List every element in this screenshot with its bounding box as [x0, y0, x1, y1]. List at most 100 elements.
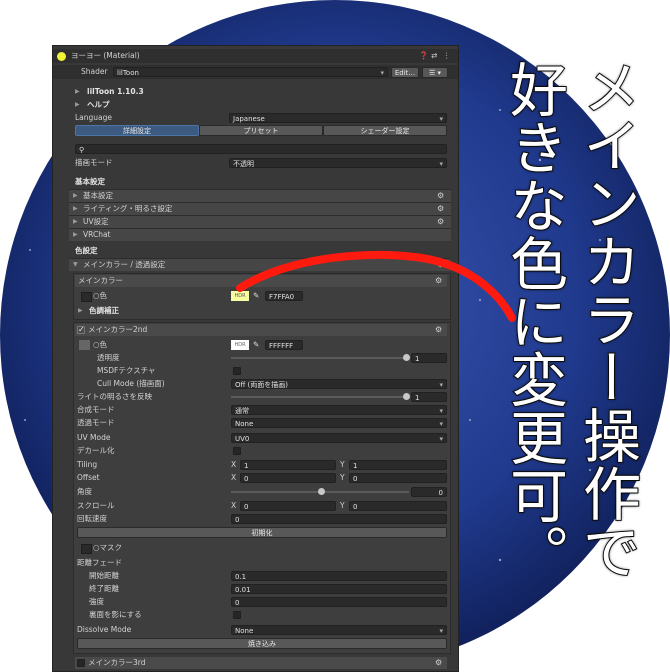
- opacity-row: 透明度 1: [53, 352, 458, 364]
- main-color-hex[interactable]: F7FFA0: [265, 291, 303, 301]
- uv-mode-dropdown[interactable]: UV0: [231, 433, 447, 444]
- help-row[interactable]: ▶ ヘルプ: [53, 99, 458, 111]
- msdf-row: MSDFテクスチャ: [53, 365, 458, 377]
- tiling-label: Tiling: [77, 460, 98, 469]
- edit-button[interactable]: Edit...: [391, 67, 419, 78]
- opacity-slider-track[interactable]: [231, 357, 409, 359]
- shader-dropdown[interactable]: lilToon: [113, 67, 388, 78]
- color-adjust-label: 色調補正: [89, 306, 119, 315]
- language-dropdown[interactable]: Japanese: [229, 113, 447, 124]
- main-color2-label-text: 色: [99, 340, 108, 349]
- basic-item-uv[interactable]: ▶ UV設定 ⚙: [69, 215, 451, 228]
- opacity-value[interactable]: 1: [411, 353, 447, 363]
- eyedropper-icon[interactable]: ✎: [253, 290, 259, 302]
- tab-advanced[interactable]: 詳細設定: [75, 125, 199, 136]
- basic-item-label: 基本設定: [83, 191, 113, 200]
- angle-slider-knob[interactable]: [318, 488, 325, 495]
- fade-end-field[interactable]: 0.01: [231, 584, 447, 594]
- light-slider-knob[interactable]: [403, 393, 410, 400]
- foldout-arrow-icon: ▶: [73, 205, 78, 212]
- foldout-open-icon: ▼: [73, 261, 78, 268]
- texture-slot-icon[interactable]: [81, 544, 92, 554]
- caption-line-1: メインカラー操作で: [572, 57, 642, 581]
- cull-mode-dropdown[interactable]: Off (両面を描画): [231, 379, 447, 390]
- rotation-field[interactable]: 0: [231, 514, 447, 524]
- language-label: Language: [75, 113, 113, 122]
- tab-preset[interactable]: プリセット: [199, 125, 323, 136]
- gear-icon[interactable]: ⚙: [437, 216, 444, 228]
- basic-item-lighting[interactable]: ▶ ライティング・明るさ設定 ⚙: [69, 202, 451, 215]
- tiling-y-field[interactable]: 1: [349, 460, 447, 470]
- reset-button[interactable]: 初期化: [77, 527, 447, 538]
- msdf-checkbox[interactable]: [233, 367, 241, 375]
- msdf-label: MSDFテクスチャ: [97, 366, 156, 375]
- main-color-group-header[interactable]: ▼ メインカラー / 透過設定 ⚙: [69, 258, 451, 271]
- main-color-label: ○色: [93, 291, 108, 300]
- tiling-x-field[interactable]: 1: [240, 460, 336, 470]
- gear-icon[interactable]: ⚙: [435, 657, 442, 669]
- basic-item-label: UV設定: [83, 217, 109, 226]
- scroll-y-field[interactable]: 0: [349, 501, 447, 511]
- backface-shadow-checkbox[interactable]: [233, 611, 241, 619]
- inspector-title-bar: ヨーヨー (Material) ❓ ⇄ ⋮: [53, 49, 458, 63]
- list-button[interactable]: ☰ ▾: [422, 67, 448, 78]
- rotation-row: 回転速度 0: [53, 513, 458, 525]
- foldout-arrow-icon: ▶: [73, 192, 78, 199]
- main-color2-toggle[interactable]: [77, 324, 85, 336]
- language-row: Language Japanese: [53, 112, 458, 124]
- texture-slot-icon[interactable]: [81, 292, 92, 302]
- main-color-swatch[interactable]: HDR: [231, 291, 249, 301]
- dissolve-label: Dissolve Mode: [77, 625, 132, 634]
- color-adjust-row[interactable]: ▶ 色調補正: [53, 305, 458, 317]
- angle-value[interactable]: 0: [411, 487, 447, 497]
- menu-icon[interactable]: ⋮: [443, 49, 451, 63]
- light-value[interactable]: 1: [411, 392, 447, 402]
- bake-button[interactable]: 焼き込み: [77, 638, 447, 649]
- render-mode-label: 描画モード: [75, 158, 113, 167]
- basic-item-basic[interactable]: ▶ 基本設定 ⚙: [69, 189, 451, 202]
- blend-mode-dropdown[interactable]: 通常: [231, 405, 447, 416]
- gear-icon[interactable]: ⚙: [435, 275, 442, 287]
- main-color3-toggle[interactable]: [77, 659, 85, 667]
- offset-x-field[interactable]: 0: [240, 473, 336, 483]
- offset-x-label: X: [231, 473, 237, 482]
- foldout-arrow-icon: ▶: [75, 101, 80, 108]
- fade-strength-field[interactable]: 0: [231, 597, 447, 607]
- scroll-x-field[interactable]: 0: [240, 501, 336, 511]
- main-color2-hex[interactable]: FFFFFF: [265, 340, 303, 350]
- preset-icon[interactable]: ⇄: [431, 49, 437, 63]
- offset-y-field[interactable]: 0: [349, 473, 447, 483]
- fade-start-field[interactable]: 0.1: [231, 571, 447, 581]
- material-icon: [57, 52, 66, 61]
- material-inspector: ヨーヨー (Material) ❓ ⇄ ⋮ Shader lilToon Edi…: [52, 45, 459, 672]
- opacity-label: 透明度: [97, 353, 120, 362]
- texture-slot-icon[interactable]: [79, 340, 90, 350]
- gear-icon[interactable]: ⚙: [437, 190, 444, 202]
- shader-row: Shader lilToon Edit... ☰ ▾: [53, 65, 458, 79]
- inspector-title: ヨーヨー (Material): [71, 51, 140, 60]
- tiling-row: Tiling X 1 Y 1: [53, 459, 458, 471]
- eyedropper-icon[interactable]: ✎: [253, 339, 259, 351]
- fade-end-row: 終了距離 0.01: [53, 583, 458, 595]
- basic-item-vrchat[interactable]: ▶ VRChat: [69, 228, 451, 241]
- help-icon[interactable]: ❓: [419, 49, 428, 63]
- basic-settings-title-label: 基本設定: [75, 177, 105, 186]
- color-settings-title: 色設定: [53, 245, 458, 257]
- search-input[interactable]: ⚲: [75, 144, 447, 154]
- opacity-slider-knob[interactable]: [403, 354, 410, 361]
- cull-mode-label: Cull Mode (描画面): [97, 379, 165, 388]
- tab-shader-settings[interactable]: シェーダー設定: [323, 125, 447, 136]
- angle-row: 角度 0: [53, 486, 458, 498]
- version-row[interactable]: ▶ lilToon 1.10.3: [53, 86, 458, 98]
- alpha-mode-dropdown[interactable]: None: [231, 418, 447, 429]
- main-color3-header: メインカラー3rd ⚙: [75, 657, 447, 669]
- decal-checkbox[interactable]: [233, 447, 241, 455]
- main-color2-swatch[interactable]: HDR: [231, 340, 249, 350]
- light-slider-track[interactable]: [231, 396, 409, 398]
- blend-mode-row: 合成モード 通常: [53, 404, 458, 416]
- gear-icon[interactable]: ⚙: [435, 324, 442, 336]
- gear-icon[interactable]: ⚙: [437, 259, 444, 271]
- gear-icon[interactable]: ⚙: [437, 203, 444, 215]
- dissolve-dropdown[interactable]: None: [231, 625, 447, 636]
- render-mode-dropdown[interactable]: 不透明: [229, 158, 447, 169]
